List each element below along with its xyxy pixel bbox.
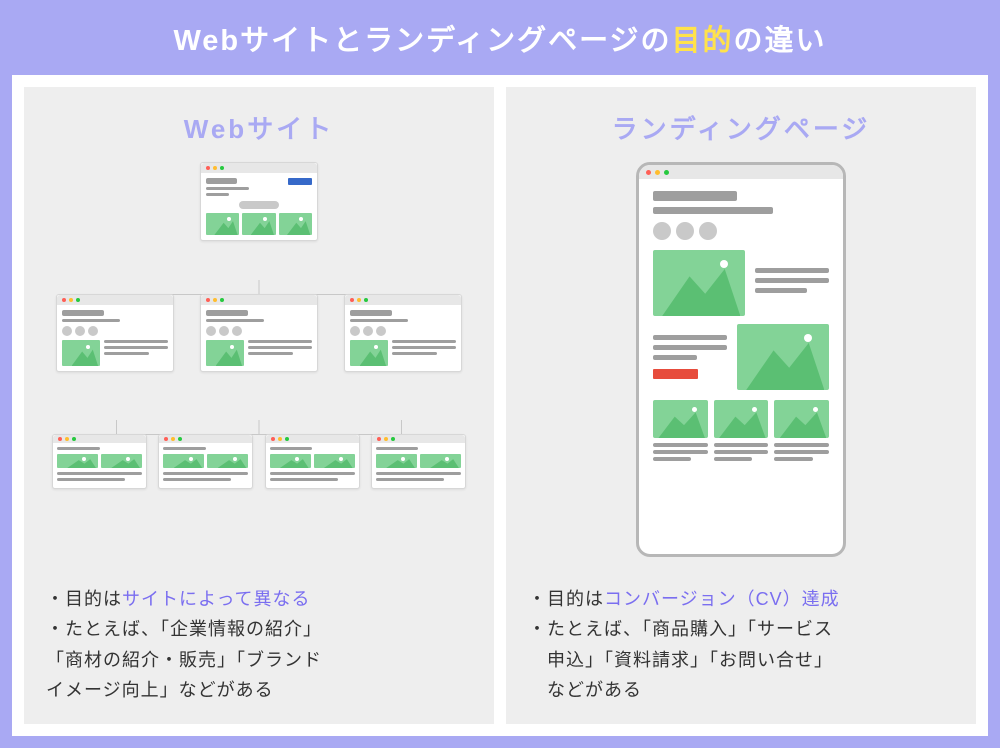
page-card [344,294,462,372]
desc-text: ・目的は [46,589,122,609]
page-card [158,434,253,489]
desc-text: イメージ向上」などがある [46,675,472,706]
header: Webサイトとランディングページの目的の違い [0,0,1000,75]
desc-highlight: コンバージョン（CV）達成 [604,589,840,609]
image-placeholder-icon [376,454,417,468]
title-post: の違い [734,25,827,57]
cta-button-icon [288,178,312,185]
image-placeholder-icon [206,340,244,366]
desc-text: ・たとえば、「企業情報の紹介」 [46,614,472,645]
desc-text: 申込」「資料請求」「お問い合せ」 [528,645,954,676]
header-title: Webサイトとランディングページの目的の違い [173,17,826,59]
image-placeholder-icon [62,340,100,366]
image-placeholder-icon [653,400,708,438]
lp-description: ・目的はコンバージョン（CV）達成 ・たとえば、「商品購入」「サービス 申込」「… [528,584,954,706]
panel-website-title: Webサイト [184,109,334,146]
image-placeholder-icon [653,250,745,316]
window-controls [201,163,317,173]
desc-text: ・目的は [528,589,604,609]
phone-frame [636,162,846,557]
website-illustration [46,162,472,570]
diagram-root: Webサイトとランディングページの目的の違い Webサイト [0,0,1000,748]
page-card [52,434,147,489]
window-controls [639,165,843,179]
panel-landing-page: ランディングページ [506,87,976,724]
content: Webサイト [12,75,988,736]
cta-button-icon [653,369,698,379]
page-card [200,294,318,372]
panel-lp-title: ランディングページ [612,109,871,146]
image-placeholder-icon [163,454,204,468]
desc-text: 「商材の紹介・販売」「ブランド [46,645,472,676]
page-card [56,294,174,372]
desc-highlight: サイトによって異なる [122,589,311,609]
website-description: ・目的はサイトによって異なる ・たとえば、「企業情報の紹介」 「商材の紹介・販売… [46,584,472,706]
site-tree [46,162,472,542]
image-placeholder-icon [737,324,829,390]
image-placeholder-icon [242,213,275,235]
image-placeholder-icon [270,454,311,468]
desc-text: ・たとえば、「商品購入」「サービス [528,614,954,645]
panel-website: Webサイト [24,87,494,724]
page-card [200,162,318,241]
image-placeholder-icon [57,454,98,468]
page-card [371,434,466,489]
image-placeholder-icon [101,454,142,468]
desc-text: などがある [528,675,954,706]
title-pre: Webサイトとランディングページの [173,25,671,57]
title-accent: 目的 [672,25,734,57]
image-placeholder-icon [350,340,388,366]
page-card [265,434,360,489]
lp-illustration [528,162,954,570]
image-placeholder-icon [279,213,312,235]
image-placeholder-icon [207,454,248,468]
image-placeholder-icon [714,400,769,438]
image-placeholder-icon [774,400,829,438]
image-placeholder-icon [206,213,239,235]
image-placeholder-icon [314,454,355,468]
image-placeholder-icon [420,454,461,468]
